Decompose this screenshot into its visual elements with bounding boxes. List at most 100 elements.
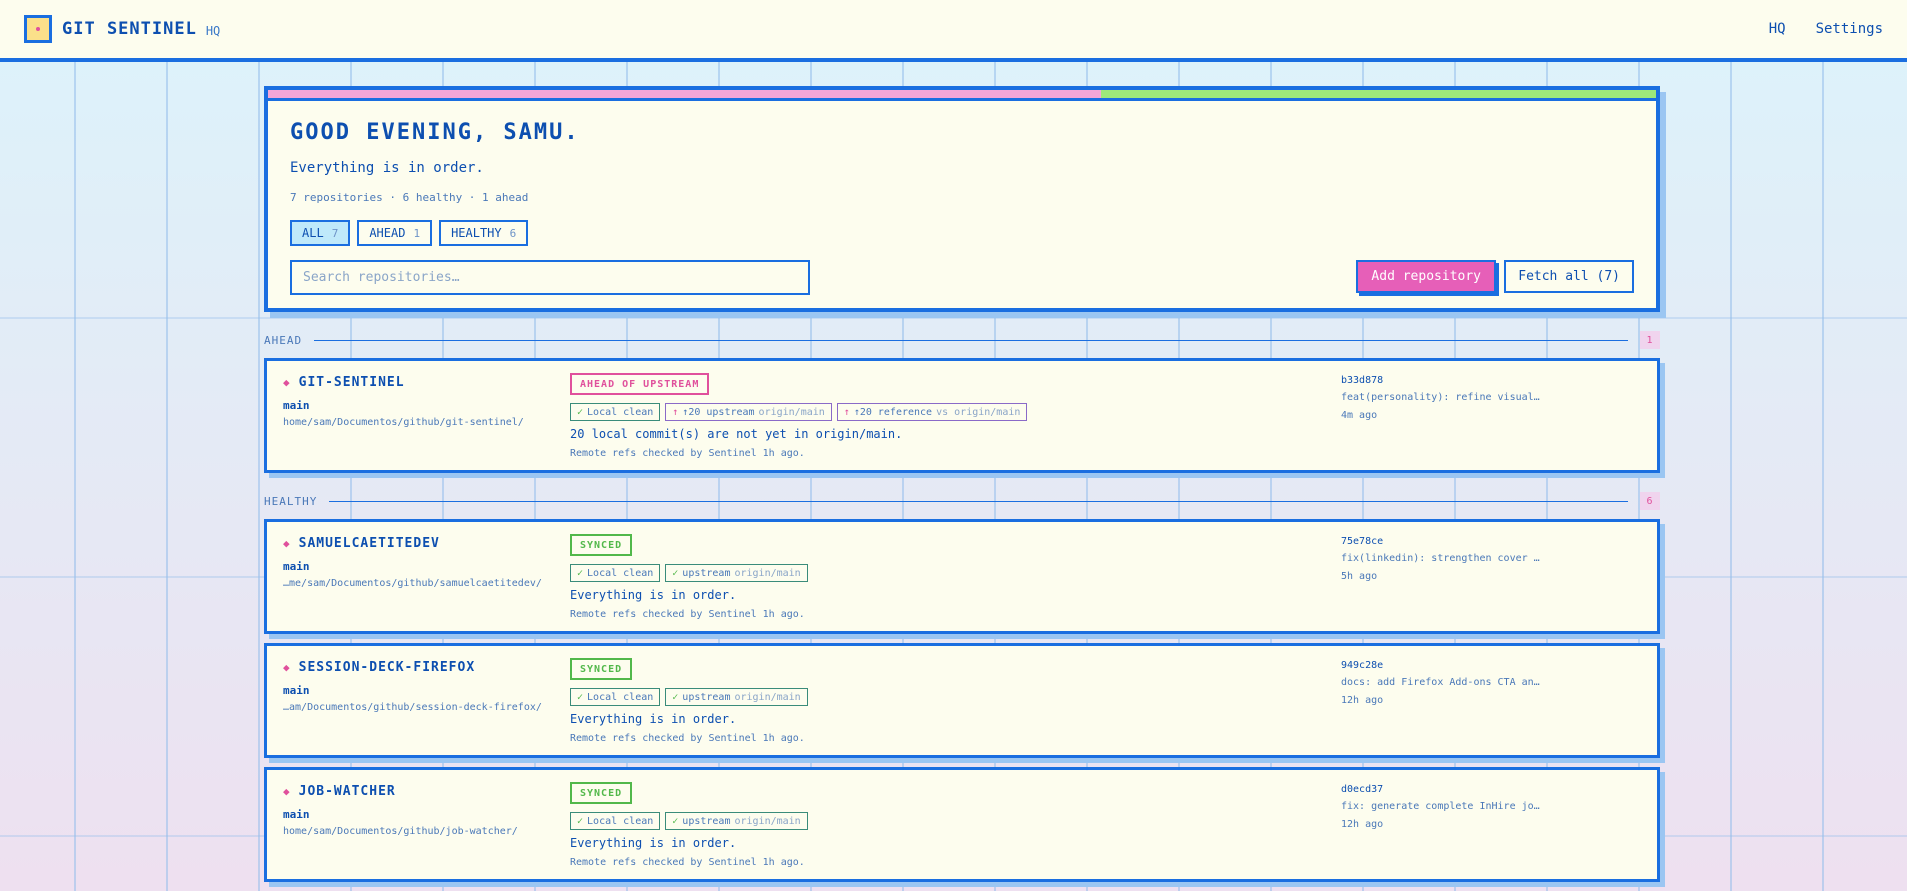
- local-clean-chip: ✓ Local clean: [570, 812, 661, 830]
- repo-branch: main: [283, 684, 310, 697]
- commit-time: 12h ago: [1341, 695, 1384, 706]
- search-input[interactable]: [290, 260, 810, 295]
- chip-label: upstream: [682, 691, 731, 703]
- upstream-chip: ↑ ↑20 upstream origin/main: [665, 403, 832, 421]
- status-chips: ✓ Local clean ↑ ↑20 upstream origin/main…: [570, 403, 1028, 421]
- check-icon: ✓: [672, 691, 679, 703]
- repo-checked-note: Remote refs checked by Sentinel 1h ago.: [570, 733, 805, 744]
- local-clean-chip: ✓ Local clean: [570, 564, 661, 582]
- repo-name-text: SESSION-DECK-FIREFOX: [298, 660, 476, 675]
- status-badge: SYNCED: [570, 782, 633, 804]
- upstream-chip: ✓ upstream origin/main: [665, 688, 808, 706]
- commit-time: 4m ago: [1341, 410, 1378, 421]
- top-bar: GIT SENTINEL HQ HQ Settings: [0, 0, 1907, 62]
- chip-ref: origin/main: [734, 815, 801, 827]
- commit-message: feat(personality): refine visual…: [1341, 392, 1540, 403]
- repo-path: …me/sam/Documentos/github/samuelcaetited…: [283, 578, 542, 589]
- brand-title: GIT SENTINEL: [62, 19, 197, 39]
- diamond-icon: ◆: [283, 785, 291, 798]
- repo-message: 20 local commit(s) are not yet in origin…: [570, 427, 903, 441]
- repo-message: Everything is in order.: [570, 588, 737, 602]
- filter-label: HEALTHY: [451, 226, 502, 240]
- commit-sha: 949c28e: [1341, 660, 1384, 671]
- commit-message: fix(linkedin): strengthen cover …: [1341, 553, 1540, 564]
- filter-ahead-button[interactable]: AHEAD 1: [357, 220, 433, 246]
- arrow-up-icon: ↑: [672, 406, 679, 418]
- section-ahead-header: AHEAD 1: [264, 326, 1660, 354]
- chip-label: upstream: [682, 815, 731, 827]
- commit-message: fix: generate complete InHire jo…: [1341, 801, 1540, 812]
- upstream-chip: ✓ upstream origin/main: [665, 564, 808, 582]
- nav-settings-link[interactable]: Settings: [1816, 21, 1883, 37]
- check-icon: ✓: [577, 691, 584, 703]
- status-line: Everything is in order.: [290, 160, 484, 176]
- commit-message: docs: add Firefox Add-ons CTA an…: [1341, 677, 1540, 688]
- repo-name-text: GIT-SENTINEL: [298, 375, 405, 390]
- chip-ref: origin/main: [734, 691, 801, 703]
- status-chips: ✓ Local clean ✓ upstream origin/main: [570, 688, 808, 706]
- check-icon: ✓: [577, 815, 584, 827]
- repo-branch: main: [283, 808, 310, 821]
- chip-ref: origin/main: [758, 406, 825, 418]
- filter-label: AHEAD: [369, 226, 406, 240]
- repo-name: ◆ SESSION-DECK-FIREFOX: [283, 660, 475, 675]
- repo-card[interactable]: ◆ SAMUELCAETITEDEV main …me/sam/Document…: [264, 519, 1660, 634]
- commit-time: 12h ago: [1341, 819, 1384, 830]
- chip-ref: origin/main: [734, 567, 801, 579]
- ahead-progress-segment: [268, 90, 1101, 98]
- local-clean-chip: ✓ Local clean: [570, 688, 661, 706]
- chip-label: Local clean: [587, 406, 654, 418]
- main-column: GOOD EVENING, SAMU. Everything is in ord…: [264, 86, 1660, 882]
- brand-subtitle: HQ: [205, 24, 221, 38]
- section-divider: [329, 500, 1628, 502]
- chip-label: ↑20 reference: [853, 406, 933, 418]
- chip-label: ↑20 upstream: [682, 406, 755, 418]
- chip-label: Local clean: [587, 691, 654, 703]
- repo-card[interactable]: ◆ GIT-SENTINEL main home/sam/Documentos/…: [264, 358, 1660, 473]
- repo-name-text: SAMUELCAETITEDEV: [298, 536, 440, 551]
- filter-healthy-button[interactable]: HEALTHY 6: [439, 220, 529, 246]
- upstream-chip: ✓ upstream origin/main: [665, 812, 808, 830]
- filter-count: 7: [331, 226, 339, 240]
- diamond-icon: ◆: [283, 661, 291, 674]
- section-count: 1: [1640, 331, 1660, 349]
- check-icon: ✓: [577, 567, 584, 579]
- filter-label: ALL: [302, 226, 324, 240]
- repo-name: ◆ GIT-SENTINEL: [283, 375, 405, 390]
- section-label: HEALTHY: [264, 494, 318, 508]
- section-label: AHEAD: [264, 333, 303, 347]
- status-badge: SYNCED: [570, 658, 633, 680]
- hero-panel: GOOD EVENING, SAMU. Everything is in ord…: [264, 86, 1660, 312]
- chip-label: Local clean: [587, 815, 654, 827]
- filter-tabs: ALL 7 AHEAD 1 HEALTHY 6: [290, 220, 529, 246]
- repo-checked-note: Remote refs checked by Sentinel 1h ago.: [570, 857, 805, 868]
- repo-path: …am/Documentos/github/session-deck-firef…: [283, 702, 542, 713]
- repo-checked-note: Remote refs checked by Sentinel 1h ago.: [570, 448, 805, 459]
- arrow-up-icon: ↑: [843, 406, 850, 418]
- status-chips: ✓ Local clean ✓ upstream origin/main: [570, 812, 808, 830]
- filter-count: 6: [509, 226, 517, 240]
- healthy-progress-segment: [1100, 90, 1656, 98]
- repo-branch: main: [283, 399, 310, 412]
- repo-path: home/sam/Documentos/github/job-watcher/: [283, 826, 518, 837]
- fetch-all-button[interactable]: Fetch all (7): [1504, 260, 1634, 293]
- section-divider: [314, 339, 1628, 341]
- diamond-icon: ◆: [283, 537, 291, 550]
- logo-icon: [24, 15, 52, 43]
- nav-hq-link[interactable]: HQ: [1769, 21, 1786, 37]
- repo-card[interactable]: ◆ SESSION-DECK-FIREFOX main …am/Document…: [264, 643, 1660, 758]
- add-repository-button[interactable]: Add repository: [1356, 260, 1496, 293]
- check-icon: ✓: [577, 406, 584, 418]
- chip-label: Local clean: [587, 567, 654, 579]
- commit-time: 5h ago: [1341, 571, 1378, 582]
- top-nav: HQ Settings: [1769, 21, 1883, 37]
- filter-all-button[interactable]: ALL 7: [290, 220, 351, 246]
- check-icon: ✓: [672, 815, 679, 827]
- section-healthy-header: HEALTHY 6: [264, 487, 1660, 515]
- section-count: 6: [1640, 492, 1660, 510]
- commit-sha: b33d878: [1341, 375, 1384, 386]
- repo-card[interactable]: ◆ JOB-WATCHER main home/sam/Documentos/g…: [264, 767, 1660, 882]
- local-clean-chip: ✓ Local clean: [570, 403, 661, 421]
- repo-message: Everything is in order.: [570, 836, 737, 850]
- repo-name-text: JOB-WATCHER: [298, 784, 396, 799]
